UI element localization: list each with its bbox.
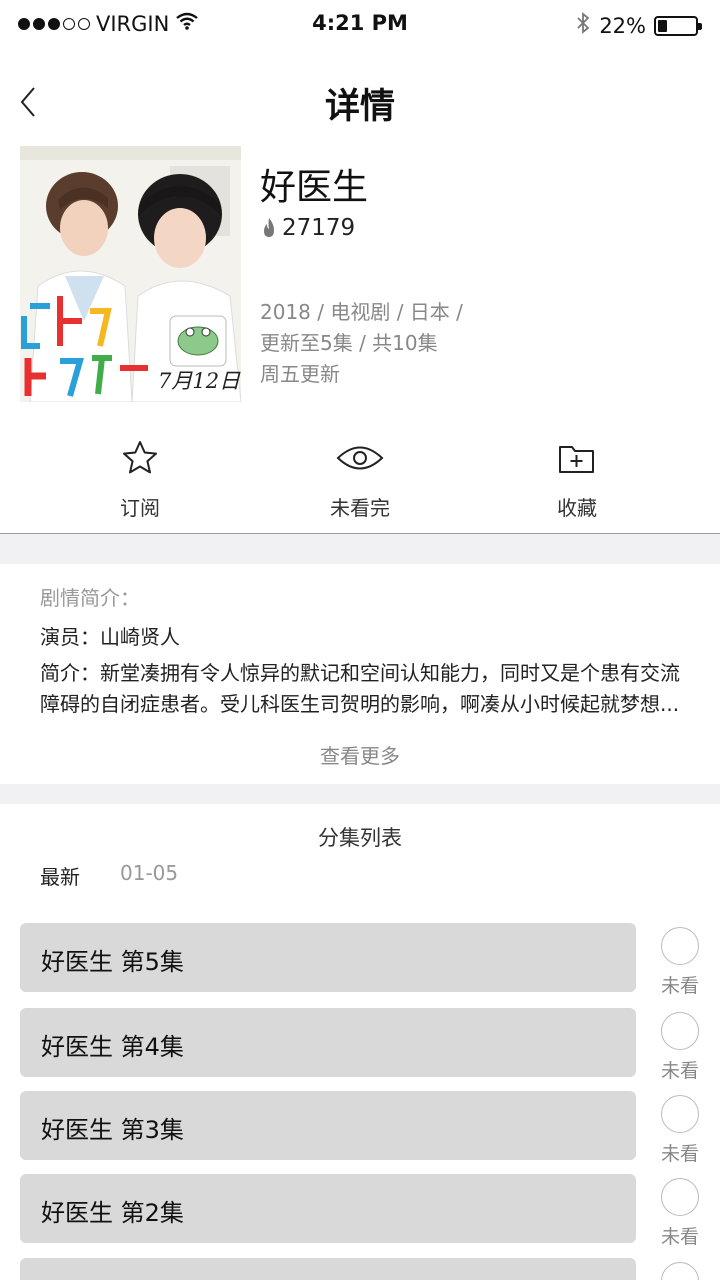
episode-label: 好医生 第3集 bbox=[41, 1116, 184, 1144]
favorite-label: 收藏 bbox=[557, 496, 597, 520]
subscribe-label: 订阅 bbox=[120, 496, 160, 520]
unwatched-circle-icon[interactable] bbox=[661, 1178, 699, 1216]
episode-label: 好医生 第5集 bbox=[41, 948, 184, 976]
episode-label: 好医生 第4集 bbox=[41, 1033, 184, 1061]
episode-label: 好医生 第2集 bbox=[41, 1199, 184, 1227]
battery-percent: 22% bbox=[599, 13, 646, 38]
heat-value: 27179 bbox=[282, 215, 356, 241]
poster-caption: 7月12日(木) bbox=[158, 369, 241, 393]
see-more-link[interactable]: 查看更多 bbox=[0, 740, 720, 769]
episode-row[interactable]: 好医生 第2集 bbox=[20, 1174, 636, 1243]
bluetooth-icon bbox=[575, 11, 591, 40]
unfinished-button[interactable]: 未看完 bbox=[280, 436, 440, 521]
section-divider bbox=[0, 534, 720, 564]
flame-icon bbox=[264, 218, 274, 237]
status-bar: VIRGIN 4:21 PM 22% bbox=[0, 0, 720, 52]
action-bar: 订阅 未看完 收藏 bbox=[0, 420, 720, 534]
watch-status-label: 未看 bbox=[660, 1143, 699, 1165]
episode-watch-status[interactable]: 未看 bbox=[656, 1095, 704, 1166]
tab-latest[interactable]: 最新 bbox=[40, 861, 80, 890]
show-meta: 2018 / 电视剧 / 日本 / 更新至5集 / 共10集 周五更新 bbox=[260, 297, 463, 390]
episode-row[interactable]: 好医生 第5集 bbox=[20, 923, 636, 992]
watch-status-label: 未看 bbox=[660, 1060, 699, 1082]
meta-schedule: 周五更新 bbox=[260, 362, 340, 386]
battery-icon bbox=[654, 15, 702, 36]
unwatched-circle-icon[interactable] bbox=[661, 927, 699, 965]
watch-status-label: 未看 bbox=[660, 975, 699, 997]
meta-year-type-region: 2018 / 电视剧 / 日本 / bbox=[260, 300, 463, 324]
episode-list-heading: 分集列表 bbox=[318, 826, 402, 850]
nav-bar: 详情 bbox=[0, 60, 720, 140]
episode-row[interactable]: 好医生 第3集 bbox=[20, 1091, 636, 1160]
section-divider bbox=[0, 784, 720, 804]
unwatched-circle-icon[interactable] bbox=[661, 1012, 699, 1050]
episode-row[interactable] bbox=[20, 1258, 636, 1280]
star-icon bbox=[60, 436, 220, 480]
page-title: 详情 bbox=[324, 87, 395, 127]
status-right: 22% bbox=[575, 11, 702, 40]
unwatched-circle-icon[interactable] bbox=[661, 1262, 699, 1280]
watch-status-label: 未看 bbox=[660, 1226, 699, 1248]
episode-watch-status[interactable]: 未看 bbox=[656, 1012, 704, 1083]
tab-range-01-05[interactable]: 01-05 bbox=[120, 861, 178, 885]
synopsis-cast: 演员：山崎贤人 bbox=[40, 625, 180, 649]
synopsis-text: 简介：新堂凑拥有令人惊异的默记和空间认知能力，同时又是个患有交流障碍的自闭症患者… bbox=[40, 661, 680, 716]
unfinished-label: 未看完 bbox=[330, 496, 390, 520]
folder-plus-icon bbox=[497, 436, 657, 480]
show-poster[interactable]: 7月12日(木) bbox=[20, 146, 241, 402]
favorite-button[interactable]: 收藏 bbox=[497, 436, 657, 521]
synopsis-section: 剧情简介： 演员：山崎贤人 简介：新堂凑拥有令人惊异的默记和空间认知能力，同时又… bbox=[0, 564, 720, 784]
episode-watch-status[interactable] bbox=[656, 1262, 704, 1280]
unwatched-circle-icon[interactable] bbox=[661, 1095, 699, 1133]
eye-icon bbox=[280, 436, 440, 480]
synopsis-heading: 剧情简介： bbox=[40, 586, 140, 610]
poster-image: 7月12日(木) bbox=[20, 146, 241, 402]
meta-episodes: 更新至5集 / 共10集 bbox=[260, 331, 438, 355]
episode-watch-status[interactable]: 未看 bbox=[656, 927, 704, 998]
show-title: 好医生 bbox=[260, 167, 369, 208]
subscribe-button[interactable]: 订阅 bbox=[60, 436, 220, 521]
episode-row[interactable]: 好医生 第4集 bbox=[20, 1008, 636, 1077]
heat-count: 27179 bbox=[260, 215, 355, 241]
episode-watch-status[interactable]: 未看 bbox=[656, 1178, 704, 1249]
